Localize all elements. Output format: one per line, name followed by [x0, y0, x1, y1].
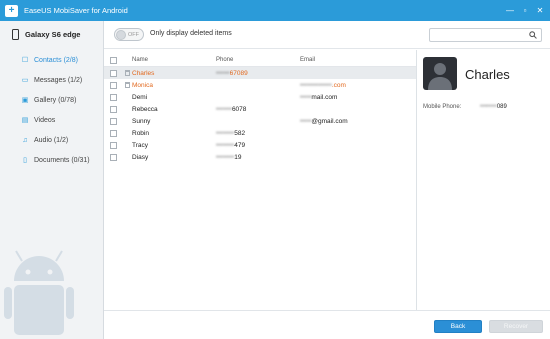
row-checkbox[interactable]: [110, 141, 117, 149]
contact-name: Charles: [132, 69, 155, 77]
sidebar-item-contacts[interactable]: ☐ Contacts (2/8): [0, 50, 103, 70]
minimize-button[interactable]: —: [503, 4, 517, 16]
contacts-icon: ☐: [21, 57, 29, 64]
contact-name: Robin: [132, 129, 149, 137]
contact-name: Tracy: [132, 141, 149, 149]
contact-name: Demi: [132, 93, 148, 101]
row-checkbox[interactable]: [110, 105, 117, 113]
back-button[interactable]: Back: [434, 320, 482, 333]
sidebar: Galaxy S6 edge ☐ Contacts (2/8) ▭ Messag…: [0, 21, 104, 339]
column-header-phone[interactable]: Phone: [216, 57, 300, 63]
gallery-icon: ▣: [21, 97, 29, 104]
toolbar: OFF Only display deleted items: [104, 21, 550, 49]
contact-phone: ••••••••582: [216, 129, 246, 137]
android-mascot-icon: [4, 250, 74, 335]
search-icon[interactable]: [529, 31, 537, 39]
deleted-only-toggle[interactable]: OFF: [114, 28, 144, 41]
window-controls: — ▫ ✕: [503, 4, 547, 16]
row-checkbox[interactable]: [110, 69, 117, 77]
contact-email: ••••••••••••••.com: [300, 81, 346, 89]
close-button[interactable]: ✕: [533, 4, 547, 16]
contact-name: Diasy: [132, 153, 149, 161]
sidebar-item-label: Gallery (0/78): [34, 96, 77, 104]
deleted-trash-icon: [125, 70, 130, 76]
table-header: Name Phone Email: [104, 54, 416, 67]
device-header: Galaxy S6 edge: [12, 29, 80, 40]
table-row[interactable]: Demi •••••mail.com: [104, 91, 416, 103]
toggle-state: OFF: [128, 31, 139, 38]
contact-name: Sunny: [132, 117, 151, 125]
table-row[interactable]: Rebecca •••••••6078: [104, 103, 416, 115]
messages-icon: ▭: [21, 77, 29, 84]
table-row[interactable]: Charles ••••••67089: [104, 67, 416, 79]
table-row[interactable]: Sunny •••••@gmail.com: [104, 115, 416, 127]
deleted-trash-icon: [125, 82, 130, 88]
row-checkbox[interactable]: [110, 153, 117, 161]
category-nav: ☐ Contacts (2/8) ▭ Messages (1/2) ▣ Gall…: [0, 50, 103, 170]
sidebar-item-audio[interactable]: ♫ Audio (1/2): [0, 130, 103, 150]
sidebar-item-label: Audio (1/2): [34, 136, 69, 144]
row-checkbox[interactable]: [110, 93, 117, 101]
row-checkbox[interactable]: [110, 117, 117, 125]
person-silhouette-icon: [428, 63, 452, 90]
contact-phone: ••••••••479: [216, 141, 246, 149]
detail-row-mobile: Mobile Phone: ••••••••089: [423, 104, 507, 110]
contact-detail-name: Charles: [465, 67, 510, 82]
avatar: [423, 57, 457, 90]
restore-button[interactable]: ▫: [518, 4, 532, 16]
sidebar-item-messages[interactable]: ▭ Messages (1/2): [0, 70, 103, 90]
select-all-checkbox[interactable]: [110, 56, 117, 64]
sidebar-item-label: Videos: [34, 116, 56, 124]
phone-icon: [12, 29, 19, 40]
contact-phone: •••••••6078: [216, 105, 247, 113]
toggle-label: Only display deleted items: [150, 30, 232, 37]
sidebar-item-label: Documents (0/31): [34, 156, 90, 164]
table-row[interactable]: Robin ••••••••582: [104, 127, 416, 139]
app-logo-icon: +: [5, 4, 18, 17]
contact-email: •••••mail.com: [300, 93, 338, 101]
window-title: EaseUS MobiSaver for Android: [24, 6, 128, 15]
sidebar-item-label: Messages (1/2): [34, 76, 83, 84]
footer-bar: Back Recover: [104, 310, 550, 339]
detail-value: ••••••••089: [480, 104, 507, 110]
contact-details-pane: Charles Mobile Phone: ••••••••089: [416, 50, 550, 310]
sidebar-item-videos[interactable]: ▤ Videos: [0, 110, 103, 130]
sidebar-item-label: Contacts (2/8): [34, 56, 78, 64]
sidebar-item-gallery[interactable]: ▣ Gallery (0/78): [0, 90, 103, 110]
toggle-knob: [116, 29, 126, 40]
audio-icon: ♫: [22, 136, 28, 144]
contact-name: Monica: [132, 81, 153, 89]
contacts-table: Name Phone Email Charles ••••••67089 Mon…: [104, 54, 416, 163]
documents-icon: ▯: [23, 157, 27, 164]
column-header-name[interactable]: Name: [132, 57, 216, 63]
column-header-email[interactable]: Email: [300, 57, 410, 63]
search-input[interactable]: [429, 28, 542, 42]
videos-icon: ▤: [21, 117, 29, 124]
row-checkbox[interactable]: [110, 81, 117, 89]
table-row[interactable]: Tracy ••••••••479: [104, 139, 416, 151]
table-row[interactable]: Monica ••••••••••••••.com: [104, 79, 416, 91]
row-checkbox[interactable]: [110, 129, 117, 137]
recover-button[interactable]: Recover: [489, 320, 543, 333]
table-row[interactable]: Diasy ••••••••19: [104, 151, 416, 163]
device-name: Galaxy S6 edge: [25, 30, 81, 39]
sidebar-item-documents[interactable]: ▯ Documents (0/31): [0, 150, 103, 170]
contact-email: •••••@gmail.com: [300, 117, 348, 125]
detail-label: Mobile Phone:: [423, 104, 462, 110]
contact-phone: ••••••••19: [216, 153, 242, 161]
contact-name: Rebecca: [132, 105, 158, 113]
title-bar: + EaseUS MobiSaver for Android — ▫ ✕: [0, 0, 550, 21]
contact-phone: ••••••67089: [216, 69, 248, 77]
